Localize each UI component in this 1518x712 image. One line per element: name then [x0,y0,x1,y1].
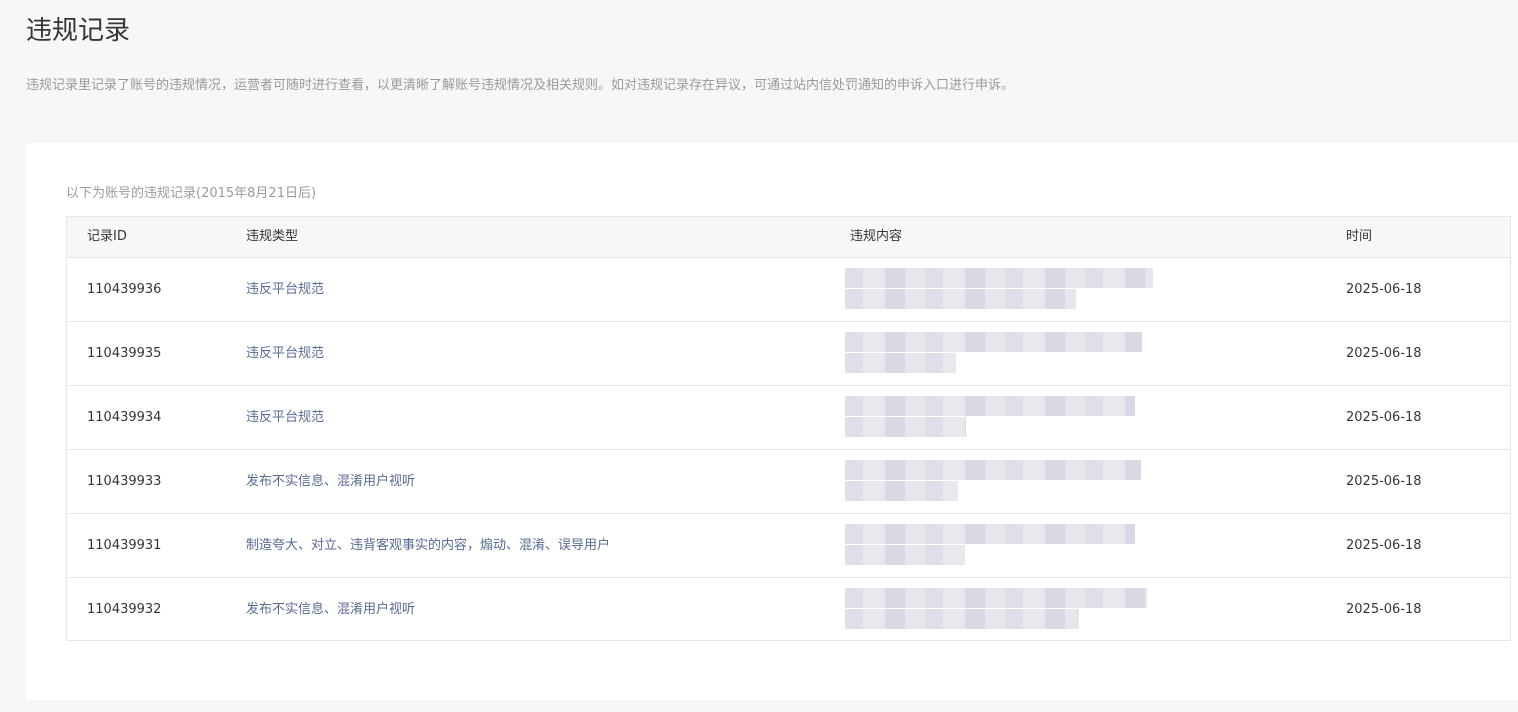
table-row: 110439931 制造夸大、对立、违背客观事实的内容，煽动、混淆、误导用户 2… [67,514,1510,578]
column-header-time: 时间 [1346,229,1373,244]
record-time: 2025-06-18 [1346,410,1422,425]
table-row: 110439936 违反平台规范 2025-06-18 [67,258,1510,322]
record-time: 2025-06-18 [1346,474,1422,489]
record-id: 110439932 [87,602,162,617]
violation-records-card: 以下为账号的违规记录(2015年8月21日后) 记录ID 违规类型 违规内容 时… [26,143,1518,700]
column-header-type: 违规类型 [246,229,299,244]
table-row: 110439932 发布不实信息、混淆用户视听 2025-06-18 [67,578,1510,640]
violation-type-link[interactable]: 发布不实信息、混淆用户视听 [246,450,415,513]
record-id: 110439934 [87,410,162,425]
violation-content-blurred [845,460,1165,504]
violation-type-link[interactable]: 制造夸大、对立、违背客观事实的内容，煽动、混淆、误导用户 [246,514,610,577]
violation-type-link[interactable]: 违反平台规范 [246,386,324,449]
violation-content-blurred [845,268,1165,312]
table-row: 110439933 发布不实信息、混淆用户视听 2025-06-18 [67,450,1510,514]
record-id: 110439933 [87,474,162,489]
record-id: 110439936 [87,282,162,297]
record-time: 2025-06-18 [1346,602,1422,617]
table-row: 110439934 违反平台规范 2025-06-18 [67,386,1510,450]
table-header: 记录ID 违规类型 违规内容 时间 [67,217,1510,258]
violation-type-link[interactable]: 发布不实信息、混淆用户视听 [246,578,415,641]
violation-content-blurred [845,332,1165,376]
table-row: 110439935 违反平台规范 2025-06-18 [67,322,1510,386]
record-time: 2025-06-18 [1346,346,1422,361]
record-time: 2025-06-18 [1346,538,1422,553]
record-id: 110439931 [87,538,162,553]
violation-content-blurred [845,524,1165,568]
violation-content-blurred [845,396,1165,440]
column-header-content: 违规内容 [850,229,903,244]
column-header-id: 记录ID [87,229,127,244]
page-title: 违规记录 [26,16,131,46]
page-description: 违规记录里记录了账号的违规情况，运营者可随时进行查看，以更清晰了解账号违规情况及… [26,78,1015,93]
table-caption: 以下为账号的违规记录(2015年8月21日后) [66,186,317,201]
violation-type-link[interactable]: 违反平台规范 [246,258,324,321]
violation-type-link[interactable]: 违反平台规范 [246,322,324,385]
record-time: 2025-06-18 [1346,282,1422,297]
record-id: 110439935 [87,346,162,361]
violation-records-table: 记录ID 违规类型 违规内容 时间 110439936 违反平台规范 2025-… [66,216,1511,641]
violation-content-blurred [845,588,1165,632]
